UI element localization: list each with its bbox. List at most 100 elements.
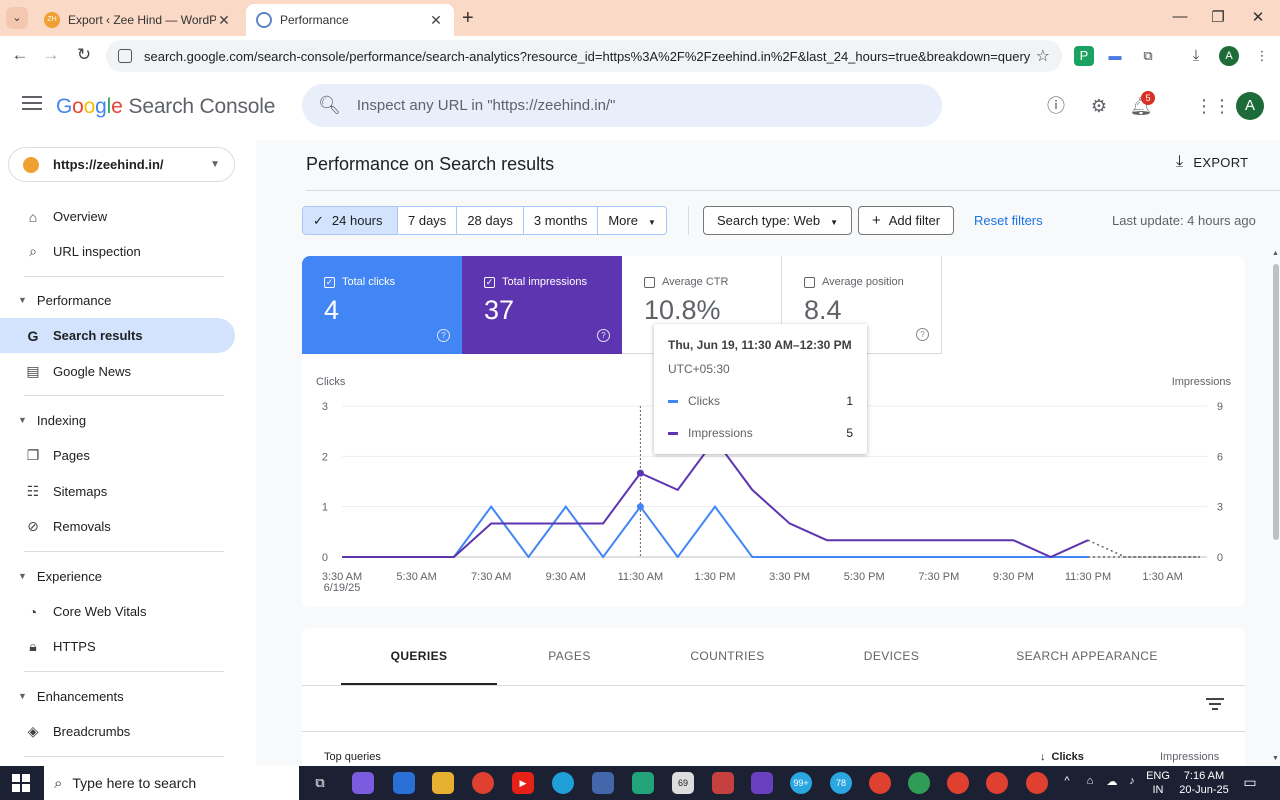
tab-search-button[interactable]: ⌄	[6, 7, 28, 29]
new-tab-icon[interactable]: +	[462, 8, 474, 28]
bookmark-star-icon[interactable]: ☆	[1036, 46, 1050, 66]
url-inspect-bar[interactable]: 🔍︎	[302, 84, 942, 127]
copilot-icon[interactable]	[352, 772, 374, 794]
browser-tab-performance[interactable]: Performance ✕	[246, 4, 454, 36]
extension-icon[interactable]: ▬	[1105, 46, 1125, 66]
help-icon[interactable]: ⓘ	[1044, 94, 1068, 118]
extensions-puzzle-icon[interactable]: ⧉	[1138, 46, 1158, 66]
chrome-icon-active[interactable]	[1026, 772, 1048, 794]
site-info-icon[interactable]	[118, 49, 132, 63]
task-view-icon[interactable]: ⧉	[309, 772, 331, 794]
tab-search-appearance[interactable]: SEARCH APPEARANCE	[1007, 628, 1167, 685]
sidebar-item-breadcrumbs[interactable]: ◈ Breadcrumbs	[0, 714, 235, 749]
app-icon[interactable]	[632, 772, 654, 794]
add-filter-button[interactable]: + Add filter	[858, 206, 955, 235]
scroll-up-icon[interactable]: ▲	[1272, 250, 1279, 257]
date-chip-3-months[interactable]: 3 months	[524, 207, 599, 234]
sidebar-item-url-inspection[interactable]: ⌕ URL inspection	[0, 234, 235, 269]
close-icon[interactable]: ✕	[216, 12, 232, 29]
windows-start-icon[interactable]	[12, 774, 30, 792]
settings-user-icon[interactable]: ⚙	[1087, 94, 1111, 118]
metric-total-impressions[interactable]: ✓ Total impressions 37 ?	[462, 256, 622, 354]
telegram-icon[interactable]: 99+	[790, 772, 812, 794]
checkbox-checked-icon[interactable]: ✓	[324, 276, 335, 288]
sidebar-item-https[interactable]: 🔒︎ HTTPS	[0, 629, 235, 664]
tray-chevron-icon[interactable]: ^	[1060, 775, 1074, 787]
url-inspect-input[interactable]	[356, 97, 917, 114]
chrome-icon[interactable]	[947, 772, 969, 794]
filter-rows-icon[interactable]	[1206, 698, 1224, 713]
chrome-icon[interactable]	[986, 772, 1008, 794]
menu-icon[interactable]	[22, 96, 42, 112]
telegram-icon[interactable]: 78	[830, 772, 852, 794]
more-menu-icon[interactable]: ⋮	[1252, 46, 1272, 66]
help-icon[interactable]: ?	[437, 329, 450, 342]
search-console-logo[interactable]: Google Search Console	[56, 95, 275, 119]
checkbox-checked-icon[interactable]: ✓	[484, 276, 495, 288]
app-icon[interactable]	[712, 772, 734, 794]
sidebar-section-indexing[interactable]: ▼ Indexing	[0, 405, 235, 435]
sidebar-item-search-results[interactable]: G Search results	[0, 318, 235, 353]
sidebar-item-core-web-vitals[interactable]: ◔ Core Web Vitals	[0, 594, 235, 629]
sidebar-item-sitemaps[interactable]: ☷ Sitemaps	[0, 474, 235, 509]
clock[interactable]: 7:16 AM 20-Jun-25	[1176, 769, 1232, 797]
help-icon[interactable]: ?	[597, 329, 610, 342]
address-bar[interactable]: search.google.com/search-console/perform…	[106, 40, 1062, 72]
tab-pages[interactable]: PAGES	[512, 628, 627, 685]
youtube-icon[interactable]: ▶	[512, 772, 534, 794]
download-icon[interactable]: ⤓	[1186, 46, 1206, 66]
account-avatar[interactable]: A	[1236, 92, 1264, 120]
date-chip-24-hours[interactable]: ✓ 24 hours	[303, 207, 398, 234]
sidebar-item-google-news[interactable]: ▤ Google News	[0, 354, 235, 389]
browser-tab-wordpress[interactable]: ZH Export ‹ Zee Hind — WordPress ✕	[34, 4, 242, 36]
sidebar-item-overview[interactable]: ⌂ Overview	[0, 199, 235, 234]
window-close-icon[interactable]: ✕	[1248, 8, 1268, 26]
reload-icon[interactable]: ↻	[73, 45, 95, 65]
language-indicator[interactable]: ENG IN	[1144, 769, 1172, 797]
profile-avatar[interactable]: A	[1219, 46, 1239, 66]
taskbar-search[interactable]: ⌕ Type here to search	[44, 766, 299, 800]
sidebar-section-enhancements[interactable]: ▼ Enhancements	[0, 681, 235, 711]
reset-filters-link[interactable]: Reset filters	[974, 213, 1043, 228]
date-chip-7-days[interactable]: 7 days	[398, 207, 458, 234]
date-chip-28-days[interactable]: 28 days	[457, 207, 524, 234]
edge-icon[interactable]	[552, 772, 574, 794]
app-icon[interactable]	[751, 772, 773, 794]
sidebar-item-pages[interactable]: ❐ Pages	[0, 438, 235, 473]
column-header-impressions[interactable]: Impressions	[1160, 751, 1219, 763]
apps-grid-icon[interactable]: ⋮⋮	[1195, 94, 1231, 118]
metric-total-clicks[interactable]: ✓ Total clicks 4 ?	[302, 256, 462, 354]
tab-countries[interactable]: COUNTRIES	[670, 628, 785, 685]
sidebar-section-experience[interactable]: ▼ Experience	[0, 561, 235, 591]
forward-icon[interactable]: →	[40, 45, 62, 65]
close-icon[interactable]: ✕	[428, 12, 444, 29]
volume-icon[interactable]: ♪	[1124, 775, 1140, 787]
export-button[interactable]: ⤓ EXPORT	[1176, 153, 1248, 171]
notification-center-icon[interactable]: ▭	[1240, 774, 1260, 791]
minimize-icon[interactable]: —	[1170, 8, 1190, 25]
chrome-icon[interactable]	[472, 772, 494, 794]
file-explorer-icon[interactable]	[432, 772, 454, 794]
help-icon[interactable]: ?	[916, 328, 929, 341]
search-type-filter[interactable]: Search type: Web ▼	[703, 206, 853, 235]
restore-icon[interactable]: ❐	[1208, 8, 1228, 26]
column-header-clicks[interactable]: ↓ Clicks	[1040, 751, 1084, 763]
sidebar-section-performance[interactable]: ▼ Performance	[0, 285, 235, 315]
sidebar-item-removals[interactable]: ⊘ Removals	[0, 509, 235, 544]
scroll-down-icon[interactable]: ▼	[1272, 755, 1279, 762]
property-selector[interactable]: https://zeehind.in/ ▼	[8, 147, 235, 182]
store-icon[interactable]	[393, 772, 415, 794]
tab-devices[interactable]: DEVICES	[834, 628, 949, 685]
back-icon[interactable]: ←	[9, 45, 31, 65]
url-text[interactable]: search.google.com/search-console/perform…	[144, 49, 1036, 64]
tab-queries[interactable]: QUERIES	[341, 628, 497, 685]
chrome-icon[interactable]	[908, 772, 930, 794]
checkbox-unchecked-icon[interactable]	[644, 276, 655, 288]
extension-icon[interactable]: P	[1074, 46, 1094, 66]
onedrive-icon[interactable]: ☁	[1104, 775, 1120, 788]
scrollbar-thumb[interactable]	[1273, 264, 1279, 540]
date-chip-more[interactable]: More ▼	[598, 207, 666, 234]
notepad-icon[interactable]: 69	[672, 772, 694, 794]
checkbox-unchecked-icon[interactable]	[804, 276, 815, 288]
page-scrollbar[interactable]: ▲ ▼	[1270, 250, 1280, 766]
